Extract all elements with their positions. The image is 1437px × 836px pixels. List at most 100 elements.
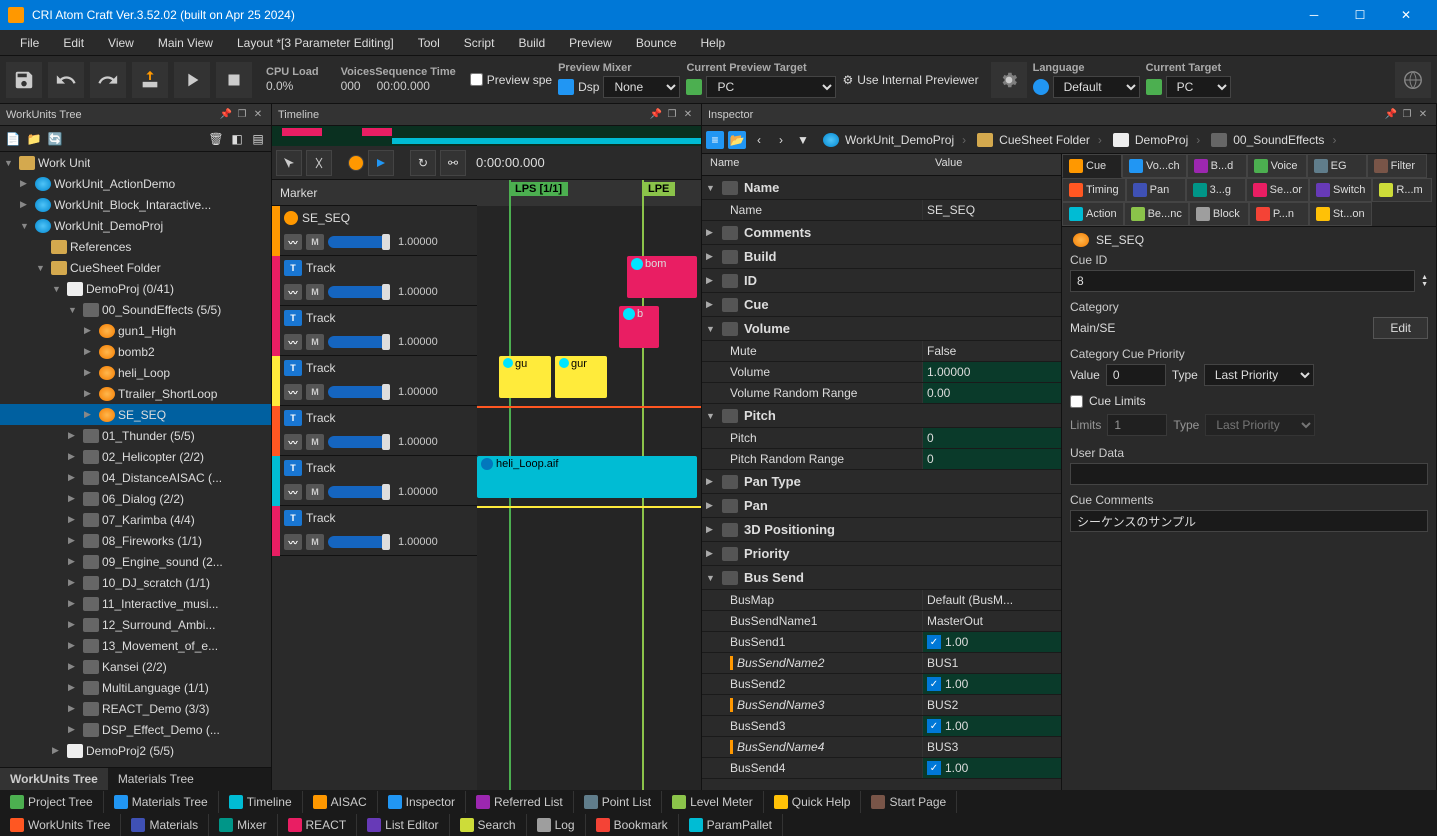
menu-file[interactable]: File: [8, 32, 51, 54]
tree-item[interactable]: ▶07_Karimba (4/4): [0, 509, 271, 530]
breadcrumb-item[interactable]: 00_SoundEffects: [1204, 131, 1328, 149]
property-row[interactable]: BusMapDefault (BusM...: [702, 590, 1061, 611]
tree-item[interactable]: ▶13_Movement_of_e...: [0, 635, 271, 656]
panel-restore-icon[interactable]: ❐: [235, 108, 249, 122]
tab-pan[interactable]: Pan: [1126, 178, 1186, 202]
dock-tab-search[interactable]: Search: [450, 814, 527, 836]
minimize-button[interactable]: ─: [1291, 0, 1337, 30]
tab-workunits-tree[interactable]: WorkUnits Tree: [0, 768, 108, 790]
panel-pin-icon[interactable]: 📌: [1384, 108, 1398, 122]
track-row[interactable]: TTrack〰M1.00000: [272, 506, 477, 556]
property-group[interactable]: ▶Cue: [702, 293, 1061, 317]
tab-benc[interactable]: Be...nc: [1124, 202, 1189, 226]
tab-voice[interactable]: Voice: [1247, 154, 1307, 178]
dock-tab-project-tree[interactable]: Project Tree: [0, 791, 104, 813]
property-group[interactable]: ▶3D Positioning: [702, 518, 1061, 542]
tree-item[interactable]: ▶SE_SEQ: [0, 404, 271, 425]
property-group[interactable]: ▼Name: [702, 176, 1061, 200]
tree-view[interactable]: ▼Work Unit▶WorkUnit_ActionDemo▶WorkUnit_…: [0, 152, 271, 767]
tree-item[interactable]: ▶Ttrailer_ShortLoop: [0, 383, 271, 404]
maximize-button[interactable]: ☐: [1337, 0, 1383, 30]
tree-item[interactable]: ▶bomb2: [0, 341, 271, 362]
marker-prev[interactable]: [348, 155, 364, 171]
mute-button[interactable]: M: [306, 334, 324, 350]
edit-category-button[interactable]: Edit: [1373, 317, 1428, 339]
volume-slider[interactable]: [328, 386, 390, 398]
mute-button[interactable]: M: [306, 434, 324, 450]
menu-bounce[interactable]: Bounce: [624, 32, 689, 54]
tree-root[interactable]: ▼Work Unit: [0, 152, 271, 173]
tab-action[interactable]: Action: [1062, 202, 1124, 226]
nav-back-icon[interactable]: ‹: [750, 131, 768, 149]
tree-item[interactable]: ▼00_SoundEffects (5/5): [0, 299, 271, 320]
dock-tab-materials-tree[interactable]: Materials Tree: [104, 791, 219, 813]
property-group[interactable]: ▼Bus Send: [702, 566, 1061, 590]
dock-tab-log[interactable]: Log: [527, 814, 586, 836]
dock-tab-mixer[interactable]: Mixer: [209, 814, 277, 836]
panel-restore-icon[interactable]: ❐: [665, 108, 679, 122]
tree-item[interactable]: ▶WorkUnit_ActionDemo: [0, 173, 271, 194]
mute-button[interactable]: M: [306, 534, 324, 550]
tab-voch[interactable]: Vo...ch: [1122, 154, 1187, 178]
property-row[interactable]: MuteFalse: [702, 341, 1061, 362]
dropdown-icon[interactable]: ▼: [794, 131, 812, 149]
tab-timing[interactable]: Timing: [1062, 178, 1126, 202]
marker-next[interactable]: [368, 150, 394, 176]
tree-item[interactable]: ▶12_Surround_Ambi...: [0, 614, 271, 635]
dock-tab-aisac[interactable]: AISAC: [303, 791, 378, 813]
tree-item[interactable]: ▶02_Helicopter (2/2): [0, 446, 271, 467]
tree-item[interactable]: ▶REACT_Demo (3/3): [0, 698, 271, 719]
menu-layout-parameter-editing-[interactable]: Layout *[3 Parameter Editing]: [225, 32, 406, 54]
menu-preview[interactable]: Preview: [557, 32, 624, 54]
breadcrumb-item[interactable]: CueSheet Folder: [970, 131, 1094, 149]
tab-ston[interactable]: St...on: [1309, 202, 1372, 226]
property-row[interactable]: NameSE_SEQ: [702, 200, 1061, 221]
tab-filter[interactable]: Filter: [1367, 154, 1427, 178]
tab-seor[interactable]: Se...or: [1246, 178, 1309, 202]
tab-bd[interactable]: B...d: [1187, 154, 1247, 178]
folder-icon[interactable]: 📁: [25, 130, 43, 148]
tree-item[interactable]: ▼WorkUnit_DemoProj: [0, 215, 271, 236]
new-icon[interactable]: 📄: [4, 130, 22, 148]
target2-select[interactable]: PC: [1166, 76, 1231, 98]
open-icon[interactable]: 📂: [728, 131, 746, 149]
volume-slider[interactable]: [328, 536, 390, 548]
clip-b[interactable]: b: [619, 306, 659, 348]
dock-tab-quick-help[interactable]: Quick Help: [764, 791, 862, 813]
property-group[interactable]: ▶Pan: [702, 494, 1061, 518]
dock-tab-start-page[interactable]: Start Page: [861, 791, 957, 813]
menu-edit[interactable]: Edit: [51, 32, 96, 54]
back-history-icon[interactable]: ≡: [706, 131, 724, 149]
tree-item[interactable]: ▶heli_Loop: [0, 362, 271, 383]
refresh-icon[interactable]: 🔄: [46, 130, 64, 148]
tab-materials-tree[interactable]: Materials Tree: [108, 768, 204, 790]
breadcrumb-item[interactable]: WorkUnit_DemoProj: [816, 131, 958, 149]
dock-tab-level-meter[interactable]: Level Meter: [662, 791, 764, 813]
loop-tool[interactable]: ↻: [410, 150, 436, 176]
close-button[interactable]: ✕: [1383, 0, 1429, 30]
property-row[interactable]: Volume1.00000: [702, 362, 1061, 383]
cue-comments-input[interactable]: [1070, 510, 1428, 532]
track-row[interactable]: TTrack〰M1.00000: [272, 456, 477, 506]
tab-rm[interactable]: R...m: [1372, 178, 1432, 202]
dock-tab-referred-list[interactable]: Referred List: [466, 791, 574, 813]
property-row[interactable]: Pitch Random Range0: [702, 449, 1061, 470]
language-select[interactable]: Default: [1053, 76, 1140, 98]
dsp-select[interactable]: None: [603, 76, 680, 98]
use-internal-previewer[interactable]: ⚙ Use Internal Previewer: [842, 73, 978, 87]
redo-button[interactable]: [90, 62, 126, 98]
clip-gu2[interactable]: gur: [555, 356, 607, 398]
tree-item[interactable]: ▶08_Fireworks (1/1): [0, 530, 271, 551]
save-button[interactable]: [6, 62, 42, 98]
volume-slider[interactable]: [328, 286, 390, 298]
panel-pin-icon[interactable]: 📌: [219, 108, 233, 122]
cut-tool[interactable]: [306, 150, 332, 176]
clip-gu1[interactable]: gu: [499, 356, 551, 398]
dock-tab-bookmark[interactable]: Bookmark: [586, 814, 679, 836]
priority-type-select[interactable]: Last Priority: [1204, 364, 1314, 386]
property-row[interactable]: BusSendName3BUS2: [702, 695, 1061, 716]
dock-tab-point-list[interactable]: Point List: [574, 791, 662, 813]
tree-item[interactable]: ▼CueSheet Folder: [0, 257, 271, 278]
volume-slider[interactable]: [328, 336, 390, 348]
property-group[interactable]: ▶Priority: [702, 542, 1061, 566]
